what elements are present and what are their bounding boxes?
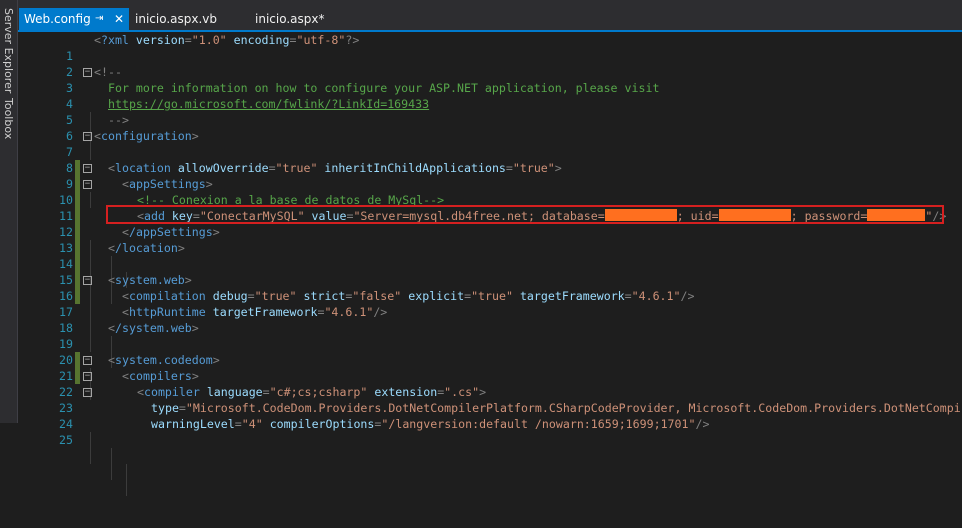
code-line-20: 20 (18, 336, 962, 400)
tab-label: inicio.aspx* (255, 12, 325, 26)
fwlink-link[interactable]: https://go.microsoft.com/fwlink/?LinkId=… (108, 97, 429, 111)
line-number: 25 (59, 433, 73, 447)
tab-inicio-aspx[interactable]: inicio.aspx* (250, 8, 360, 30)
code-line-18: 18 <httpRuntime targetFramework="4.6.1"/… (18, 304, 962, 368)
collapse-icon[interactable]: − (83, 180, 92, 189)
code-line-17: 17 <compilation debug="true" strict="fal… (18, 288, 962, 352)
code-line-14: 14 </location> (18, 240, 962, 304)
document-tab-bar: Web.config ⇥ ✕ inicio.aspx.vb inicio.asp… (18, 0, 962, 30)
collapse-icon[interactable]: − (83, 68, 92, 77)
tab-inicio-aspx-vb[interactable]: inicio.aspx.vb (130, 8, 250, 30)
collapse-icon[interactable]: − (83, 276, 92, 285)
code-line-13: 13 </appSettings> (18, 224, 962, 304)
collapse-icon[interactable]: − (83, 164, 92, 173)
code-line-23: 23 − <compiler language="c#;cs;csharp" e… (18, 384, 962, 415)
code-line-24: 24 type="Microsoft.CodeDom.Providers.Dot… (18, 400, 962, 480)
tab-label: Web.config (24, 12, 91, 26)
code-line-16: 16 − <system.web> (18, 272, 962, 303)
pin-icon[interactable]: ⇥ (95, 8, 103, 30)
code-line-19: 19 </system.web> (18, 320, 962, 384)
code-line-15: 15 (18, 256, 962, 320)
code-line-5: 5 https://go.microsoft.com/fwlink/?LinkI… (18, 96, 962, 144)
code-line-25: 25 warningLevel="4" compilerOptions="/la… (18, 416, 962, 496)
side-panel: Server Explorer Toolbox (0, 0, 18, 423)
code-line-22: 22 − <compilers> (18, 368, 962, 399)
tab-web-config[interactable]: Web.config ⇥ ✕ (19, 8, 129, 30)
close-icon[interactable]: ✕ (114, 8, 124, 30)
code-line-2: 2 (18, 48, 962, 79)
tab-label: inicio.aspx.vb (135, 12, 218, 26)
collapse-icon[interactable]: − (83, 132, 92, 141)
code-line-1: 1 <?xml version="1.0" encoding="utf-8"?> (18, 32, 962, 63)
code-line-6: 6 --> (18, 112, 962, 160)
server-explorer-label: Server Explorer (2, 8, 15, 94)
code-line-4: 4 For more information on how to configu… (18, 80, 962, 128)
code-line-9: 9 − <location allowOverride="true" inher… (18, 160, 962, 208)
code-editor[interactable]: 1 <?xml version="1.0" encoding="utf-8"?>… (18, 32, 962, 496)
collapse-icon[interactable]: − (83, 372, 92, 381)
server-explorer-tab[interactable]: Server Explorer (0, 8, 17, 94)
collapse-icon[interactable]: − (83, 388, 92, 397)
code-line-7: 7 − <configuration> (18, 128, 962, 176)
highlight-box (106, 205, 944, 224)
code-line-8: 8 (18, 144, 962, 208)
code-line-3: 3 − <!-- (18, 64, 962, 95)
toolbox-label: Toolbox (2, 98, 15, 140)
code-line-10: 10 − <appSettings> (18, 176, 962, 224)
toolbox-tab[interactable]: Toolbox (0, 98, 17, 148)
code-line-21: 21 − <system.codedom> (18, 352, 962, 383)
collapse-icon[interactable]: − (83, 356, 92, 365)
